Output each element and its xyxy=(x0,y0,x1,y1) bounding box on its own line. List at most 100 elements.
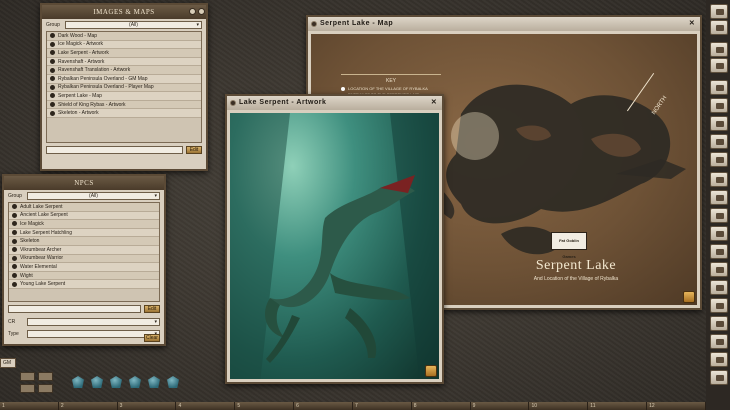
hotkey-slot[interactable]: 5 xyxy=(235,402,295,410)
hotkey-slot[interactable]: 3 xyxy=(118,402,177,410)
window-close-icon[interactable] xyxy=(189,8,196,15)
die-d12-icon[interactable] xyxy=(148,376,160,388)
window-lock-icon[interactable] xyxy=(198,8,205,15)
list-item[interactable]: Lake Serpent Hatchling xyxy=(9,228,159,238)
images-list[interactable]: Dark Wood - Map Ice Magick - Artwork Lak… xyxy=(46,31,202,143)
list-item[interactable]: Skeleton - Artwork xyxy=(47,109,201,118)
images-group-select[interactable]: (All) ▾ xyxy=(65,21,202,29)
link-icon[interactable] xyxy=(12,281,17,287)
npcs-title-bar[interactable]: NPCS xyxy=(4,176,164,190)
close-icon[interactable]: ✕ xyxy=(430,99,438,107)
list-item[interactable]: Ice Magick - Artwork xyxy=(47,40,201,50)
sidebar-button-14[interactable] xyxy=(710,244,728,259)
artwork-image[interactable] xyxy=(230,113,439,379)
close-icon[interactable]: ✕ xyxy=(688,20,696,28)
list-item[interactable]: Ice Magick xyxy=(9,220,159,229)
link-icon[interactable] xyxy=(50,76,55,82)
npcs-group-select[interactable]: (All) ▾ xyxy=(27,192,160,200)
link-icon[interactable] xyxy=(50,102,55,108)
hotkey-slot[interactable]: 11 xyxy=(588,402,648,410)
sidebar-button-4[interactable] xyxy=(710,58,728,73)
map-resize-handle[interactable] xyxy=(683,291,695,303)
images-edit-button[interactable]: Edit xyxy=(186,146,202,154)
list-item[interactable]: Vikrumbear Warrior xyxy=(9,254,159,264)
list-item[interactable]: Ravenshaft Translation - Artwork xyxy=(47,66,201,75)
link-icon[interactable] xyxy=(50,93,55,99)
sidebar-button-21[interactable] xyxy=(710,370,728,385)
die-d20-icon[interactable] xyxy=(167,376,179,388)
link-icon[interactable] xyxy=(12,230,17,236)
link-icon[interactable] xyxy=(50,67,55,73)
die-d10-icon[interactable] xyxy=(129,376,141,388)
list-item[interactable]: Ravenshaft - Artwork xyxy=(47,57,201,67)
sidebar-button-7[interactable] xyxy=(710,116,728,131)
link-icon[interactable] xyxy=(50,50,55,56)
sidebar-button-16[interactable] xyxy=(710,280,728,295)
chat-mode-button[interactable] xyxy=(38,384,53,393)
sidebar-button-8[interactable] xyxy=(710,134,728,149)
die-d6-icon[interactable] xyxy=(91,376,103,388)
images-search-input[interactable] xyxy=(46,146,183,154)
sidebar-button-9[interactable] xyxy=(710,152,728,167)
sidebar-button-13[interactable] xyxy=(710,226,728,241)
chat-mode-button[interactable] xyxy=(20,384,35,393)
list-item[interactable]: Ancient Lake Serpent xyxy=(9,211,159,221)
sidebar-button-5[interactable] xyxy=(710,80,728,95)
list-item[interactable]: Rybalkan Peninsula Overland - GM Map xyxy=(47,74,201,84)
chat-mode-button[interactable] xyxy=(38,372,53,381)
link-icon[interactable] xyxy=(50,33,55,39)
sidebar-button-3[interactable] xyxy=(710,42,728,57)
list-item[interactable]: Skeleton xyxy=(9,237,159,246)
list-item[interactable]: Young Lake Serpent xyxy=(9,280,159,289)
images-maps-title-bar[interactable]: IMAGES & MAPS xyxy=(42,5,206,19)
link-icon[interactable] xyxy=(12,204,17,210)
hotkey-slot[interactable]: 6 xyxy=(294,402,353,410)
map-title-bar[interactable]: Serpent Lake - Map ✕ xyxy=(308,17,700,31)
npcs-edit-button[interactable]: Edit xyxy=(144,305,160,313)
artwork-title-bar[interactable]: Lake Serpent - Artwork ✕ xyxy=(227,96,442,110)
chat-mode-button[interactable] xyxy=(20,372,35,381)
hotkey-slot[interactable]: 1 xyxy=(0,402,59,410)
link-icon[interactable] xyxy=(12,273,17,279)
list-item[interactable]: Vikrumbear Archer xyxy=(9,245,159,255)
list-item[interactable]: Water Elemental xyxy=(9,263,159,272)
npcs-clear-button[interactable]: Clear xyxy=(144,334,160,342)
link-icon[interactable] xyxy=(50,110,55,116)
sidebar-button-20[interactable] xyxy=(710,352,728,367)
die-d8-icon[interactable] xyxy=(110,376,122,388)
link-icon[interactable] xyxy=(12,255,17,261)
sidebar-button-19[interactable] xyxy=(710,334,728,349)
hotkey-slot[interactable]: 4 xyxy=(176,402,236,410)
list-item[interactable]: Shield of King Rybas - Artwork xyxy=(47,100,201,110)
link-icon[interactable] xyxy=(12,221,17,227)
list-item[interactable]: Adult Lake Serpent xyxy=(9,203,159,212)
list-item[interactable]: Serpent Lake - Map xyxy=(47,92,201,101)
cr-select[interactable]: ▾ xyxy=(27,318,160,326)
list-item[interactable]: Dark Wood - Map xyxy=(47,32,201,41)
hotkey-slot[interactable]: 12 xyxy=(647,402,706,410)
link-icon[interactable] xyxy=(12,238,17,244)
hotkey-slot[interactable]: 2 xyxy=(59,402,118,410)
hotkey-slot[interactable]: 10 xyxy=(529,402,589,410)
sidebar-button-12[interactable] xyxy=(710,208,728,223)
list-item[interactable]: Rybalkan Peninsula Overland - Player Map xyxy=(47,83,201,93)
sidebar-button-2[interactable] xyxy=(710,20,728,35)
link-icon[interactable] xyxy=(12,247,17,253)
link-icon[interactable] xyxy=(311,21,317,27)
list-item[interactable]: Lake Serpent - Artwork xyxy=(47,49,201,58)
type-select[interactable]: ▾ xyxy=(27,330,160,338)
hotkey-slot[interactable]: 9 xyxy=(471,402,530,410)
list-item[interactable]: Wight xyxy=(9,271,159,281)
sidebar-button-18[interactable] xyxy=(710,316,728,331)
sidebar-button-15[interactable] xyxy=(710,262,728,277)
sidebar-button-17[interactable] xyxy=(710,298,728,313)
artwork-resize-handle[interactable] xyxy=(425,365,437,377)
link-icon[interactable] xyxy=(230,100,236,106)
hotkey-slot[interactable]: 8 xyxy=(412,402,471,410)
link-icon[interactable] xyxy=(12,264,17,270)
npcs-list[interactable]: Adult Lake Serpent Ancient Lake Serpent … xyxy=(8,202,160,302)
link-icon[interactable] xyxy=(12,212,17,218)
sidebar-button-1[interactable] xyxy=(710,4,728,19)
die-d4-icon[interactable] xyxy=(72,376,84,388)
link-icon[interactable] xyxy=(50,59,55,65)
